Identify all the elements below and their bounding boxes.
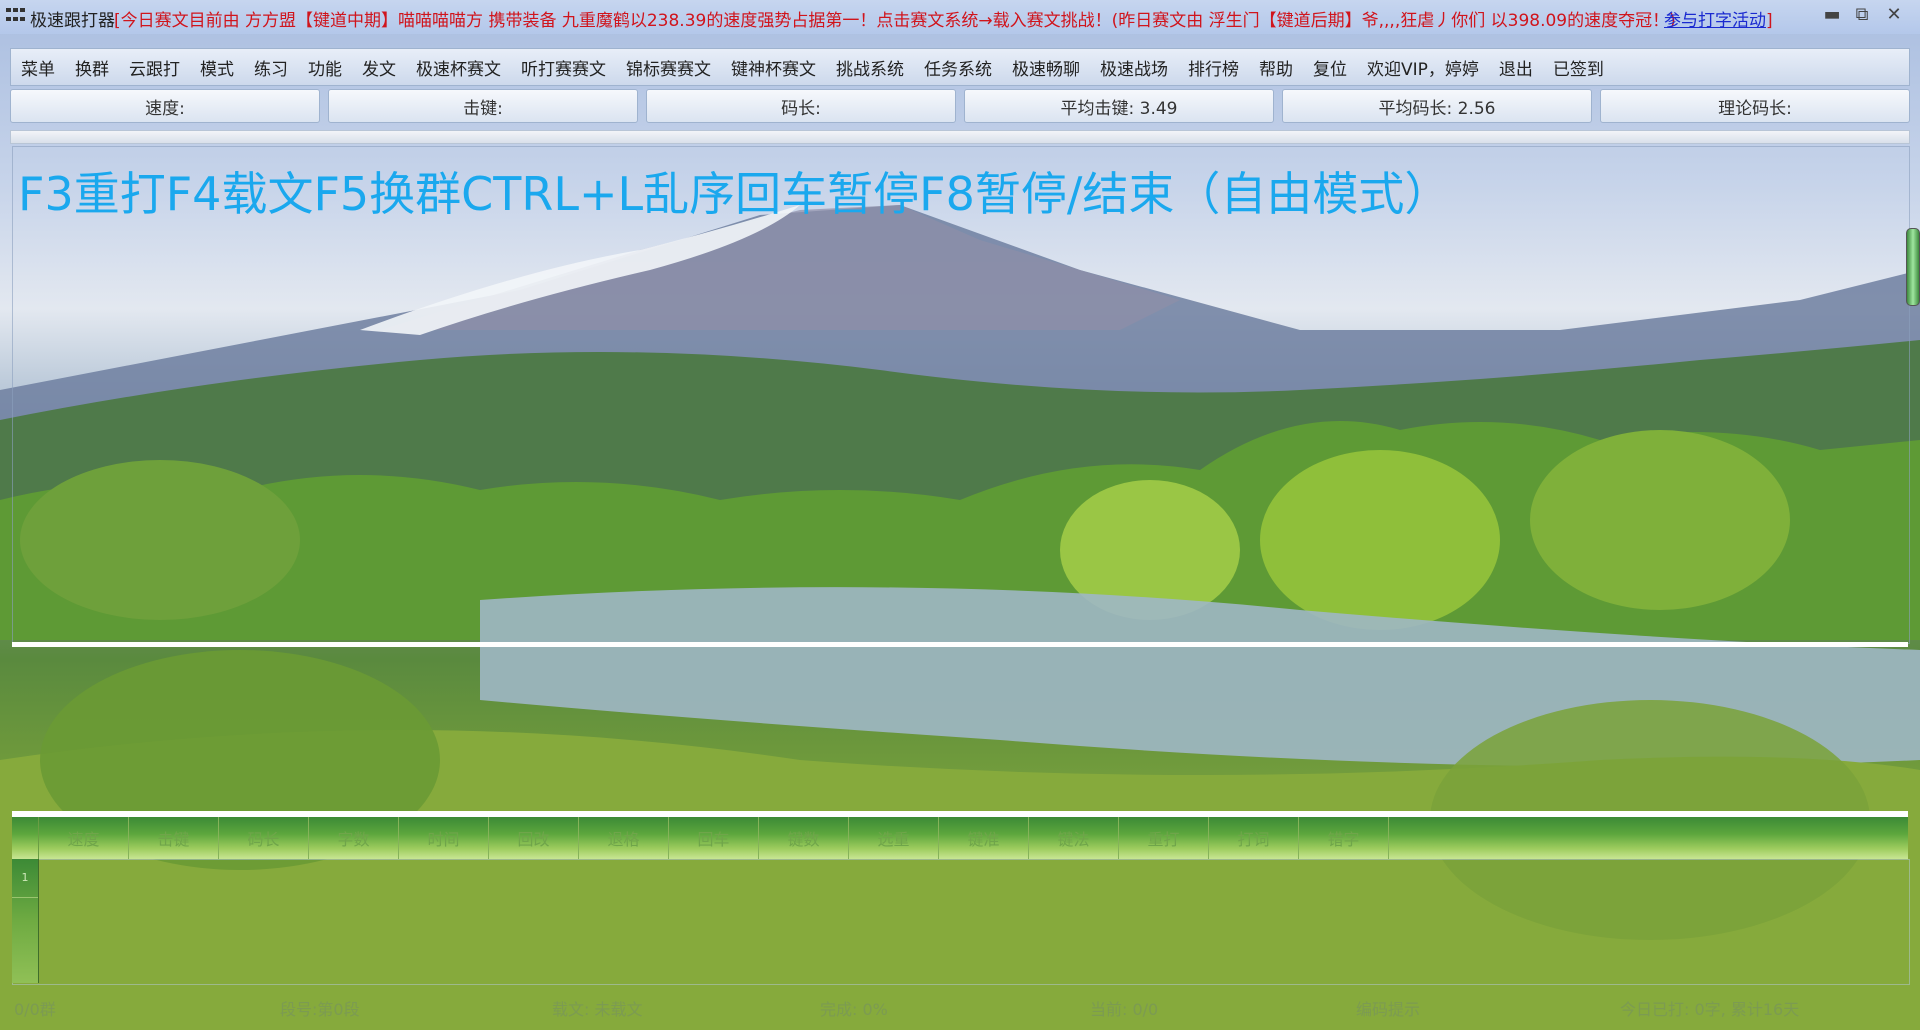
column-header[interactable]: 选重	[849, 817, 939, 859]
column-header[interactable]: 回车	[669, 817, 759, 859]
stats-panel: 速度: 击键: 码长: 平均击键: 3.49 平均码长: 2.56 理论码长:	[10, 89, 1910, 123]
column-header[interactable]: 码长	[219, 817, 309, 859]
menu-item[interactable]: 任务系统	[914, 55, 1002, 80]
column-header[interactable]: 退格	[579, 817, 669, 859]
close-button[interactable]: ✕	[1880, 4, 1908, 25]
menu-item[interactable]: 排行榜	[1178, 55, 1249, 80]
scrollbar-thumb[interactable]	[1906, 228, 1920, 306]
menu-item[interactable]: 复位	[1303, 55, 1357, 80]
menu-item[interactable]: 极速战场	[1090, 55, 1178, 80]
results-grid-header: 速度 击键 码长 字数 时间 回改 退格 回车 键数 选重 键准 键法 重打 打…	[12, 817, 1908, 859]
column-header[interactable]: 字数	[309, 817, 399, 859]
speed-stat: 速度:	[10, 89, 320, 123]
minimize-button[interactable]: ▬	[1818, 4, 1846, 25]
announcement-marquee: [今日赛文目前由 方方盟【键道中期】喵喵喵喵方 携带装备 九重魔鹤以238.39…	[114, 11, 1676, 31]
status-completion: 完成: 0%	[820, 1000, 888, 1019]
column-header[interactable]: 时间	[399, 817, 489, 859]
menu-item[interactable]: 帮助	[1249, 55, 1303, 80]
column-header[interactable]: 错字	[1299, 817, 1389, 859]
progress-bar	[10, 130, 1910, 144]
avg-keystroke-stat: 平均击键: 3.49	[964, 89, 1274, 123]
title-bar: 极速跟打器 [今日赛文目前由 方方盟【键道中期】喵喵喵喵方 携带装备 九重魔鹤以…	[0, 0, 1920, 34]
menu-item[interactable]: 已签到	[1543, 55, 1614, 80]
column-header[interactable]: 键法	[1029, 817, 1119, 859]
menu-item[interactable]: 挑战系统	[826, 55, 914, 80]
menu-item[interactable]: 听打赛赛文	[511, 55, 616, 80]
keystroke-stat: 击键:	[328, 89, 638, 123]
code-length-stat: 码长:	[646, 89, 956, 123]
marquee-closing-bracket: ]	[1766, 11, 1773, 31]
menu-item[interactable]: 菜单	[11, 55, 65, 80]
menu-item[interactable]: 键神杯赛文	[721, 55, 826, 80]
menu-item[interactable]: 练习	[244, 55, 298, 80]
join-activity-link-label[interactable]: 参与打字活动	[1664, 11, 1766, 31]
menu-item[interactable]: 欢迎VIP，婷婷	[1357, 55, 1489, 80]
menu-item[interactable]: 退出	[1489, 55, 1543, 80]
status-bar: 0/0群 段号:第0段 载文: 未载文 完成: 0% 当前: 0/0 编码提示 …	[0, 992, 1920, 1022]
app-title: 极速跟打器	[30, 11, 115, 31]
typing-input-area[interactable]	[12, 647, 1908, 811]
menu-bar: 菜单 换群 云跟打 模式 练习 功能 发文 极速杯赛文 听打赛赛文 锦标赛赛文 …	[10, 48, 1910, 86]
column-header[interactable]: 击键	[129, 817, 219, 859]
column-header[interactable]: 打词	[1209, 817, 1299, 859]
status-group: 0/0群	[14, 1000, 56, 1019]
status-loaded-text: 载文: 未载文	[552, 1000, 643, 1019]
menu-item[interactable]: 换群	[65, 55, 119, 80]
menu-item[interactable]: 极速畅聊	[1002, 55, 1090, 80]
column-header[interactable]: 回改	[489, 817, 579, 859]
grid-row-headers: 1	[12, 859, 39, 983]
grid-header-filler	[1389, 817, 1908, 859]
app-menu-icon[interactable]	[6, 8, 26, 24]
menu-item[interactable]: 云跟打	[119, 55, 190, 80]
status-current: 当前: 0/0	[1090, 1000, 1159, 1019]
status-code-hint: 编码提示	[1356, 1000, 1421, 1019]
join-activity-link[interactable]: 参与打字活动]	[1664, 6, 1773, 31]
results-grid[interactable]	[12, 859, 1910, 985]
menu-item[interactable]: 模式	[190, 55, 244, 80]
menu-item[interactable]: 极速杯赛文	[406, 55, 511, 80]
menu-item[interactable]: 功能	[298, 55, 352, 80]
status-daily-count: 今日已打: 0字, 累计16天	[1620, 1000, 1800, 1019]
column-header[interactable]: 重打	[1119, 817, 1209, 859]
status-segment: 段号:第0段	[280, 1000, 360, 1019]
menu-item[interactable]: 发文	[352, 55, 406, 80]
column-header[interactable]: 速度	[39, 817, 129, 859]
menu-item[interactable]: 锦标赛赛文	[616, 55, 721, 80]
column-header[interactable]: 键准	[939, 817, 1029, 859]
pane-divider[interactable]	[12, 642, 1908, 647]
restore-button[interactable]: ⧉	[1848, 4, 1876, 25]
column-header[interactable]: 键数	[759, 817, 849, 859]
avg-code-length-stat: 平均码长: 2.56	[1282, 89, 1592, 123]
grid-corner	[12, 817, 39, 859]
row-header[interactable]: 1	[12, 859, 38, 898]
shortcut-hint: F3重打F4载文F5换群CTRL+L乱序回车暂停F8暂停/结束（自由模式）	[18, 167, 1451, 221]
theory-code-length-stat: 理论码长:	[1600, 89, 1910, 123]
